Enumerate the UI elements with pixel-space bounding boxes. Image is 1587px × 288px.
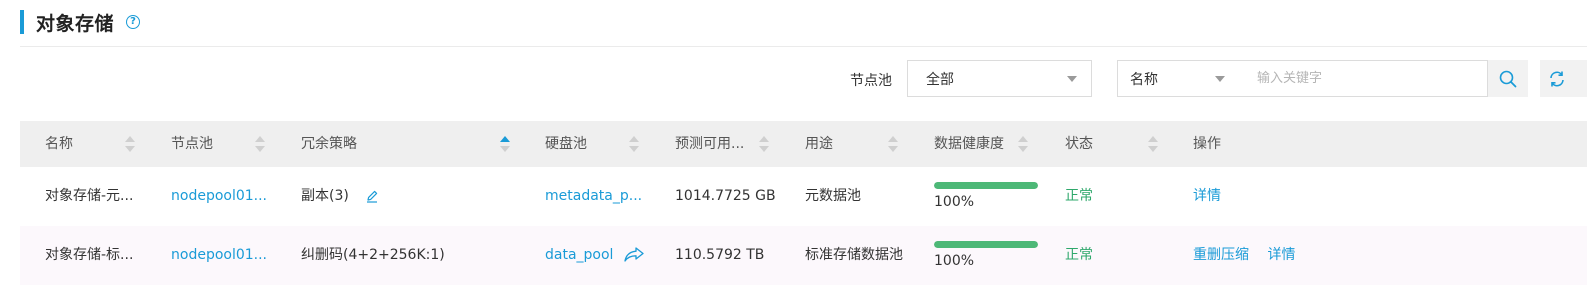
cell-available: 110.5792 TB [675,247,765,263]
search-input[interactable] [1239,60,1488,97]
status-text: 正常 [1065,188,1093,204]
column-header-health[interactable]: 数据健康度 [934,121,1004,167]
page-header: 对象存储 ? [20,10,141,35]
header-divider [20,46,1587,47]
sort-icon[interactable] [125,121,135,167]
node-pool-select-value: 全部 [926,71,954,88]
health-bar [934,241,1038,248]
node-pool-select[interactable]: 全部 [907,60,1092,97]
page-title: 对象存储 [36,12,115,35]
cell-name: 对象存储-标... [45,247,134,263]
search-button[interactable] [1488,60,1528,97]
edit-icon[interactable] [365,189,379,203]
column-header-node-pool[interactable]: 节点池 [171,121,213,167]
title-accent-bar [20,10,24,34]
sort-icon[interactable] [1148,121,1158,167]
chevron-down-icon [1067,76,1077,82]
cell-redundancy: 纠删码(4+2+256K:1) [301,247,445,263]
cell-available: 1014.7725 GB [675,188,776,204]
sort-icon[interactable] [759,121,769,167]
storage-pool-table: 名称 节点池 冗余策略 硬盘池 预测可用... 用途 数据健康度 状态 操作 对… [20,121,1587,285]
sort-icon[interactable] [888,121,898,167]
table-row: 对象存储-标... nodepool01... 纠删码(4+2+256K:1) … [20,226,1587,285]
table-row: 对象存储-元... nodepool01... 副本(3) metadata_p… [20,167,1587,226]
column-header-redundancy[interactable]: 冗余策略 [301,121,357,167]
sort-icon[interactable] [255,121,265,167]
dedup-compress-link[interactable]: 重删压缩 [1193,247,1249,263]
node-pool-link[interactable]: nodepool01... [171,167,267,226]
cell-usage: 标准存储数据池 [805,247,903,263]
details-link[interactable]: 详情 [1267,247,1295,263]
table-header: 名称 节点池 冗余策略 硬盘池 预测可用... 用途 数据健康度 状态 操作 [20,121,1587,167]
column-header-actions: 操作 [1193,136,1221,152]
health-value: 100% [934,253,975,269]
column-header-disk-pool[interactable]: 硬盘池 [545,121,587,167]
health-bar-fill [934,241,1038,248]
help-icon[interactable]: ? [126,15,141,29]
disk-pool-link[interactable]: metadata_p... [545,167,642,226]
sort-icon[interactable] [629,121,639,167]
health-bar-fill [934,182,1038,189]
sort-icon[interactable] [1018,121,1028,167]
actions-cell: 详情 [1193,167,1221,226]
node-pool-link[interactable]: nodepool01... [171,226,267,285]
sort-icon[interactable] [500,121,510,167]
refresh-button[interactable] [1540,60,1587,97]
health-bar [934,182,1038,189]
health-value: 100% [934,194,975,210]
column-header-name[interactable]: 名称 [45,121,73,167]
column-header-usage[interactable]: 用途 [805,121,833,167]
cell-usage: 元数据池 [805,188,861,204]
actions-cell: 重删压缩 详情 [1193,226,1295,285]
cell-redundancy: 副本(3) [301,167,379,226]
column-header-available[interactable]: 预测可用... [675,121,744,167]
disk-pool-cell: data_pool [545,226,644,285]
node-pool-filter-label: 节点池 [850,73,892,89]
status-text: 正常 [1065,247,1093,263]
share-icon[interactable] [624,247,644,263]
cell-redundancy-text: 副本(3) [301,188,349,204]
search-icon [1499,70,1517,87]
cell-name: 对象存储-元... [45,188,134,204]
search-field-select[interactable]: 名称 [1117,60,1240,97]
disk-pool-link[interactable]: data_pool [545,247,613,263]
refresh-icon [1550,71,1564,86]
chevron-down-icon [1215,76,1225,82]
search-field-select-value: 名称 [1130,71,1158,88]
column-header-status[interactable]: 状态 [1065,121,1093,167]
details-link[interactable]: 详情 [1193,188,1221,204]
